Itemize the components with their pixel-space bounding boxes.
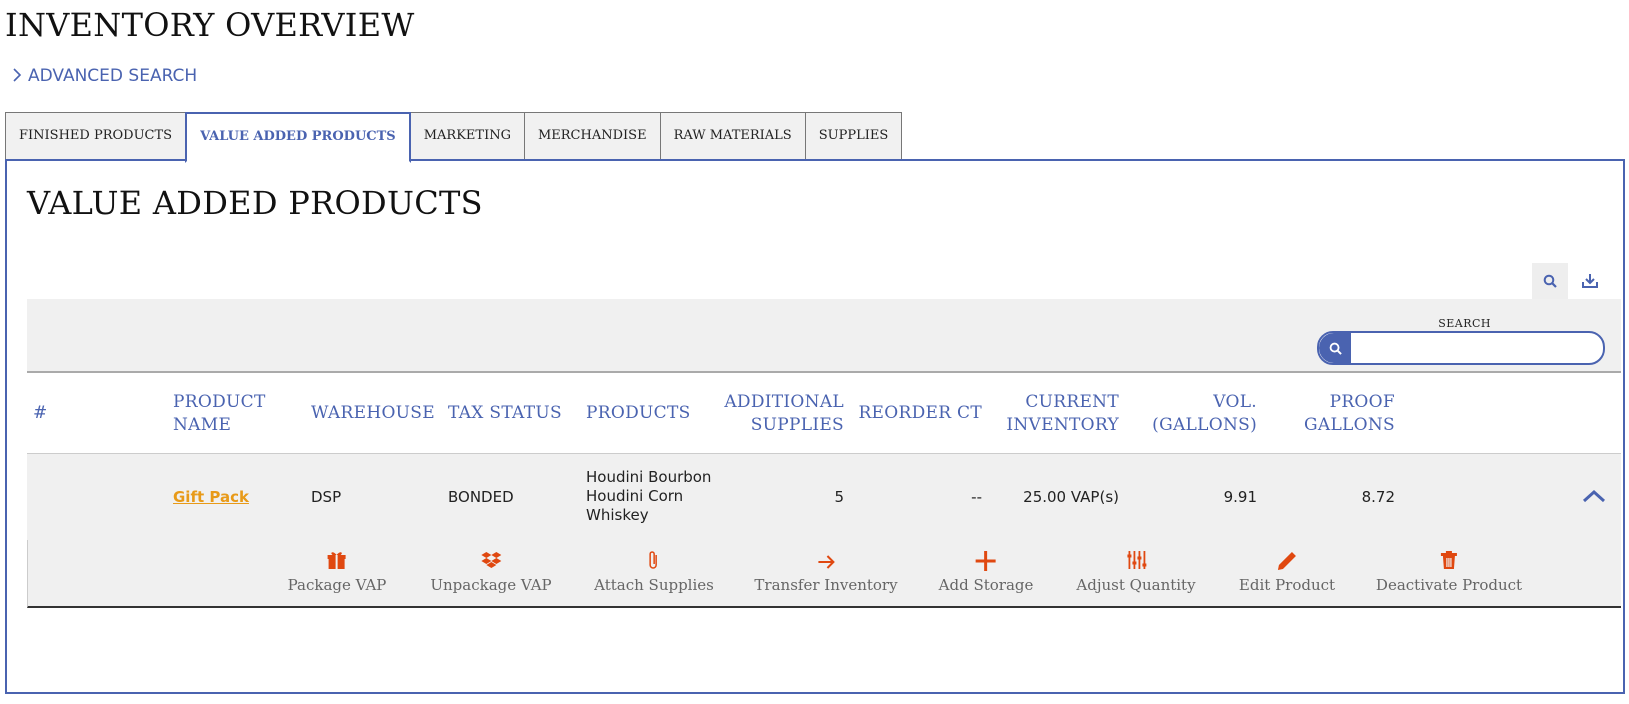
product-line: Whiskey <box>586 506 649 524</box>
col-vol-line2: (GALLONS) <box>1152 415 1257 435</box>
plus-icon <box>939 550 1034 576</box>
product-line: Houdini Bourbon <box>586 468 712 486</box>
cell-reorder-ct: -- <box>971 488 982 506</box>
transfer-inventory-button[interactable]: Transfer Inventory <box>754 550 898 594</box>
chevron-up-icon <box>1582 489 1606 503</box>
unpackage-vap-button[interactable]: Unpackage VAP <box>430 550 552 594</box>
cell-tax-status: BONDED <box>448 488 514 506</box>
arrow-right-icon <box>754 550 897 576</box>
product-line: Houdini Corn <box>586 487 684 505</box>
cell-warehouse: DSP <box>311 488 342 506</box>
search-input[interactable] <box>1351 335 1603 361</box>
col-reorder-ct[interactable]: REORDER CT <box>858 402 982 425</box>
col-vol-line1: VOL. <box>1213 392 1257 412</box>
col-tax-status[interactable]: TAX STATUS <box>448 402 562 425</box>
collapse-row-button[interactable] <box>1582 484 1606 509</box>
chevron-right-icon <box>12 67 22 86</box>
col-proof-line1: PROOF <box>1329 392 1395 412</box>
tab-raw-materials[interactable]: RAW MATERIALS <box>659 112 805 160</box>
dropbox-icon <box>430 550 551 576</box>
col-product-name-line1: PRODUCT <box>173 392 266 412</box>
download-icon <box>1582 274 1598 288</box>
deactivate-product-button[interactable]: Deactivate Product <box>1376 550 1522 594</box>
col-current-inventory[interactable]: CURRENT INVENTORY <box>1006 391 1119 437</box>
search-toggle-button[interactable] <box>1532 263 1568 299</box>
edit-product-label: Edit Product <box>1238 576 1336 594</box>
gift-icon <box>288 550 387 576</box>
sliders-icon <box>1076 550 1195 576</box>
col-proof-gallons[interactable]: PROOF GALLONS <box>1304 391 1395 437</box>
add-storage-label: Add Storage <box>938 576 1034 594</box>
row-actions: Package VAP Unpackage VAP Attach Supplie… <box>27 540 1621 608</box>
col-additional-line2: SUPPLIES <box>750 415 844 435</box>
cell-proof-gallons: 8.72 <box>1361 488 1395 506</box>
tab-panel: VALUE ADDED PRODUCTS SEARCH # PRODUCT NA… <box>5 159 1625 694</box>
trash-icon <box>1376 550 1522 576</box>
package-vap-label: Package VAP <box>287 576 387 594</box>
col-product-name[interactable]: PRODUCT NAME <box>173 391 266 437</box>
adjust-quantity-button[interactable]: Adjust Quantity <box>1076 550 1196 594</box>
attach-supplies-button[interactable]: Attach Supplies <box>594 550 714 594</box>
col-additional-line1: ADDITIONAL <box>724 392 844 412</box>
product-link[interactable]: Gift Pack <box>173 488 249 506</box>
adjust-quantity-label: Adjust Quantity <box>1076 576 1196 594</box>
tab-marketing[interactable]: MARKETING <box>410 112 524 160</box>
cell-vol-gallons: 9.91 <box>1223 488 1257 506</box>
tab-finished-products[interactable]: FINISHED PRODUCTS <box>5 112 186 160</box>
cell-product-name: Gift Pack <box>173 488 249 506</box>
col-product-name-line2: NAME <box>173 415 232 435</box>
search-box <box>1317 331 1605 365</box>
transfer-inventory-label: Transfer Inventory <box>754 576 898 594</box>
col-warehouse[interactable]: WAREHOUSE <box>311 402 435 425</box>
filter-bar: SEARCH <box>27 299 1621 373</box>
cell-additional-supplies: 5 <box>834 488 844 506</box>
col-number: # <box>33 403 48 423</box>
package-vap-button[interactable]: Package VAP <box>287 550 387 594</box>
col-vol-gallons[interactable]: VOL. (GALLONS) <box>1152 391 1257 437</box>
section-title: VALUE ADDED PRODUCTS <box>27 184 483 222</box>
col-additional-supplies[interactable]: ADDITIONAL SUPPLIES <box>724 391 844 437</box>
cell-current-inventory: 25.00 VAP(s) <box>1023 488 1119 506</box>
search-submit-button[interactable] <box>1319 333 1351 363</box>
search-label: SEARCH <box>1438 317 1491 330</box>
export-button[interactable] <box>1572 263 1608 299</box>
col-products[interactable]: PRODUCTS <box>586 402 691 425</box>
tab-bar: FINISHED PRODUCTS VALUE ADDED PRODUCTS M… <box>5 112 903 163</box>
tab-supplies[interactable]: SUPPLIES <box>804 112 903 160</box>
paperclip-icon <box>594 550 714 576</box>
cell-products: Houdini Bourbon Houdini Corn Whiskey <box>586 468 711 525</box>
deactivate-product-label: Deactivate Product <box>1375 576 1523 594</box>
col-proof-line2: GALLONS <box>1304 415 1395 435</box>
unpackage-vap-label: Unpackage VAP <box>430 576 552 594</box>
search-icon <box>1329 342 1342 355</box>
table-row: Gift Pack DSP BONDED Houdini Bourbon Hou… <box>27 454 1621 541</box>
page-title: INVENTORY OVERVIEW <box>5 6 415 44</box>
tab-value-added-products[interactable]: VALUE ADDED PRODUCTS <box>185 112 411 163</box>
pencil-icon <box>1239 550 1335 576</box>
search-icon <box>1543 274 1557 288</box>
table-header: # PRODUCT NAME WAREHOUSE TAX STATUS PROD… <box>27 373 1621 454</box>
edit-product-button[interactable]: Edit Product <box>1239 550 1335 594</box>
advanced-search-label: ADVANCED SEARCH <box>28 66 198 86</box>
attach-supplies-label: Attach Supplies <box>594 576 714 594</box>
advanced-search-toggle[interactable]: ADVANCED SEARCH <box>12 66 197 86</box>
col-current-line2: INVENTORY <box>1006 415 1119 435</box>
tab-merchandise[interactable]: MERCHANDISE <box>523 112 660 160</box>
add-storage-button[interactable]: Add Storage <box>938 550 1034 594</box>
col-current-line1: CURRENT <box>1025 392 1119 412</box>
